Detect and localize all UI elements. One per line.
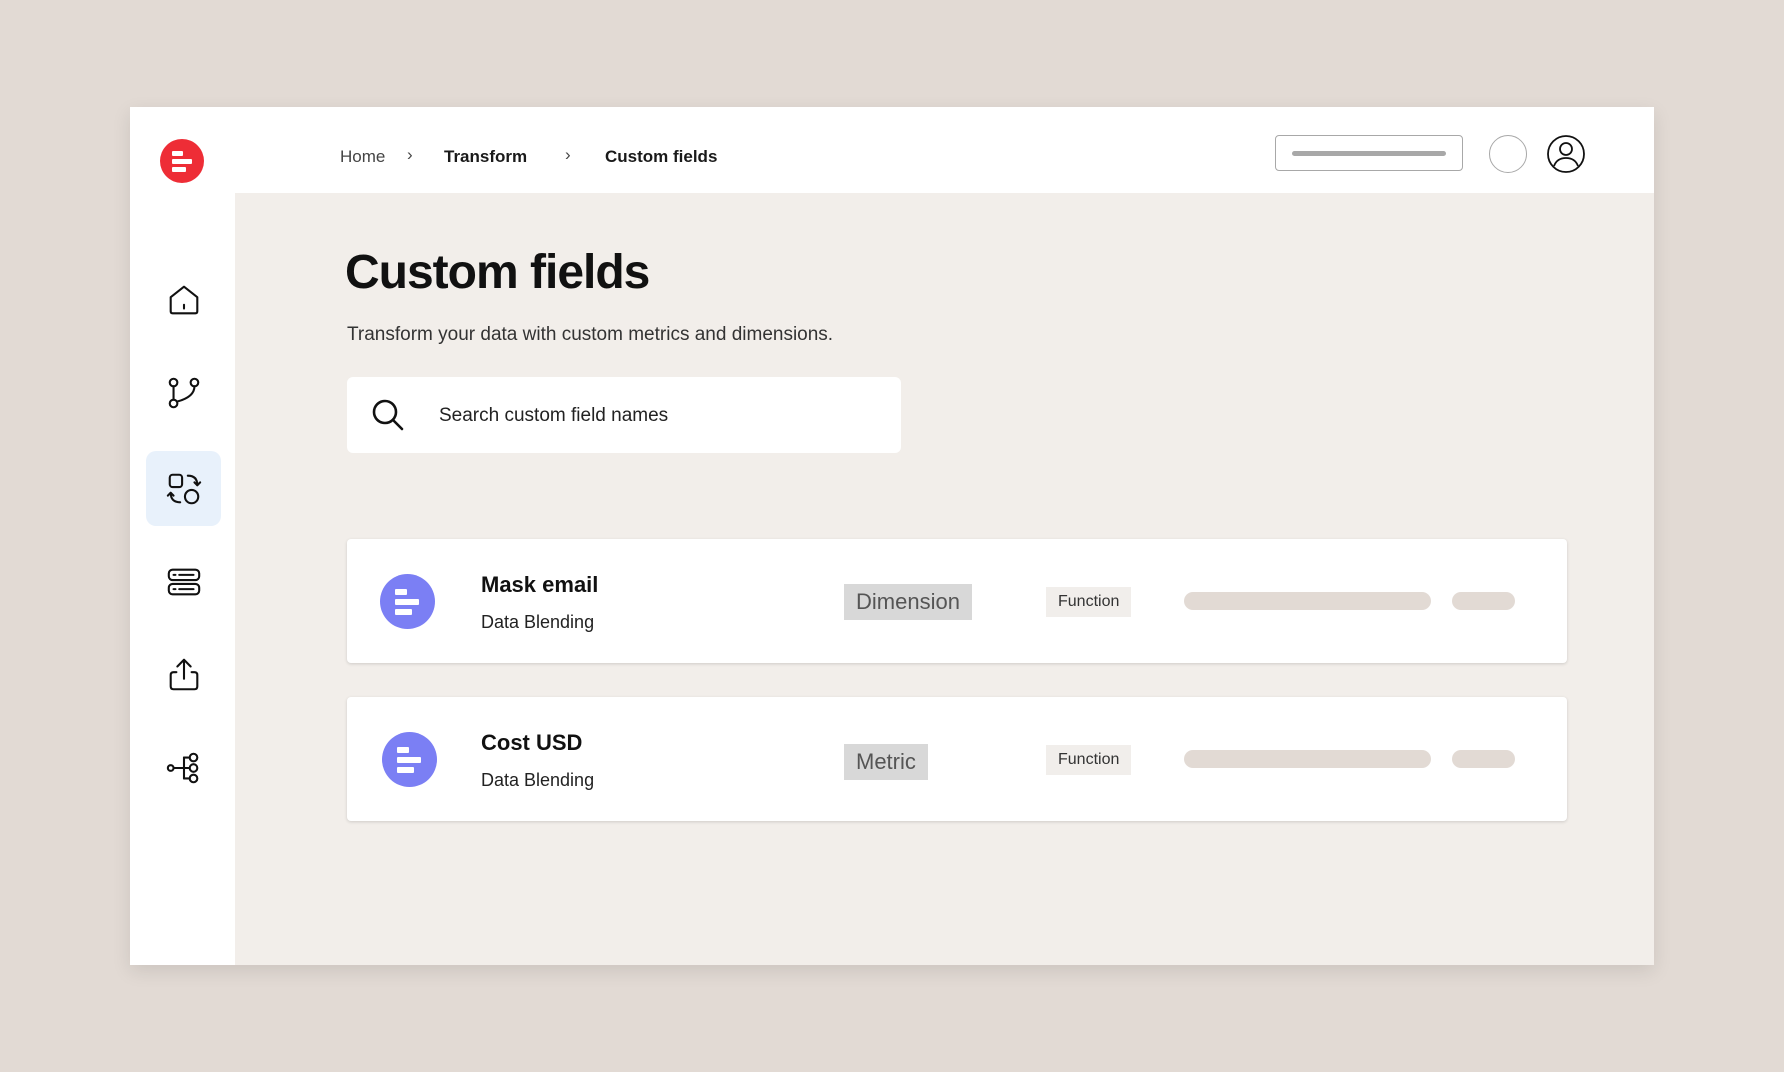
placeholder-bar bbox=[1452, 750, 1515, 768]
breadcrumb-home[interactable]: Home bbox=[340, 147, 385, 167]
network-icon bbox=[166, 752, 198, 783]
custom-field-icon bbox=[382, 732, 437, 787]
breadcrumb-separator: › bbox=[565, 145, 571, 164]
brand-logo-icon[interactable] bbox=[160, 139, 204, 183]
search-input[interactable] bbox=[437, 397, 871, 435]
sidebar-item-home[interactable] bbox=[146, 262, 221, 337]
breadcrumb-transform[interactable]: Transform bbox=[444, 147, 527, 167]
field-name[interactable]: Cost USD bbox=[481, 730, 582, 756]
server-icon bbox=[167, 568, 200, 595]
search-placeholder-line bbox=[1292, 151, 1446, 156]
custom-field-search[interactable] bbox=[347, 377, 901, 453]
sidebar bbox=[130, 107, 235, 965]
upload-icon bbox=[169, 658, 198, 690]
list-item[interactable]: Mask email Data Blending Dimension Funct… bbox=[347, 539, 1567, 663]
field-kind-tag: Function bbox=[1046, 587, 1132, 617]
breadcrumb-separator: › bbox=[407, 145, 413, 164]
field-kind-tag: Function bbox=[1046, 745, 1132, 775]
app-window: Home › Transform › Custom fields Custom … bbox=[130, 107, 1654, 965]
breadcrumb-current: Custom fields bbox=[605, 147, 718, 166]
custom-field-icon bbox=[380, 574, 435, 629]
placeholder-bar bbox=[1452, 592, 1515, 610]
main-content: Custom fields Transform your data with c… bbox=[235, 193, 1654, 965]
global-search-input[interactable] bbox=[1275, 135, 1463, 171]
placeholder-bar bbox=[1184, 592, 1431, 610]
sidebar-item-workflows[interactable] bbox=[146, 355, 221, 430]
home-icon bbox=[169, 285, 198, 314]
list-item[interactable]: Cost USD Data Blending Metric Function bbox=[347, 697, 1567, 821]
page-title: Custom fields bbox=[345, 246, 650, 299]
field-source: Data Blending bbox=[481, 612, 595, 632]
sidebar-item-sources[interactable] bbox=[146, 544, 221, 619]
sidebar-item-transform[interactable] bbox=[146, 451, 221, 526]
field-name[interactable]: Mask email bbox=[481, 572, 598, 598]
shapes-icon bbox=[166, 473, 201, 504]
sidebar-item-destinations[interactable] bbox=[146, 730, 221, 805]
search-icon bbox=[372, 399, 404, 431]
field-type-badge: Metric bbox=[844, 744, 928, 780]
field-source: Data Blending bbox=[481, 770, 595, 790]
notifications-button[interactable] bbox=[1489, 135, 1527, 173]
user-avatar-icon[interactable] bbox=[1546, 134, 1586, 174]
sidebar-item-export[interactable] bbox=[146, 637, 221, 712]
page-subtitle: Transform your data with custom metrics … bbox=[347, 324, 834, 345]
field-type-badge: Dimension bbox=[844, 584, 972, 620]
placeholder-bar bbox=[1184, 750, 1431, 768]
git-branch-icon bbox=[168, 377, 199, 408]
